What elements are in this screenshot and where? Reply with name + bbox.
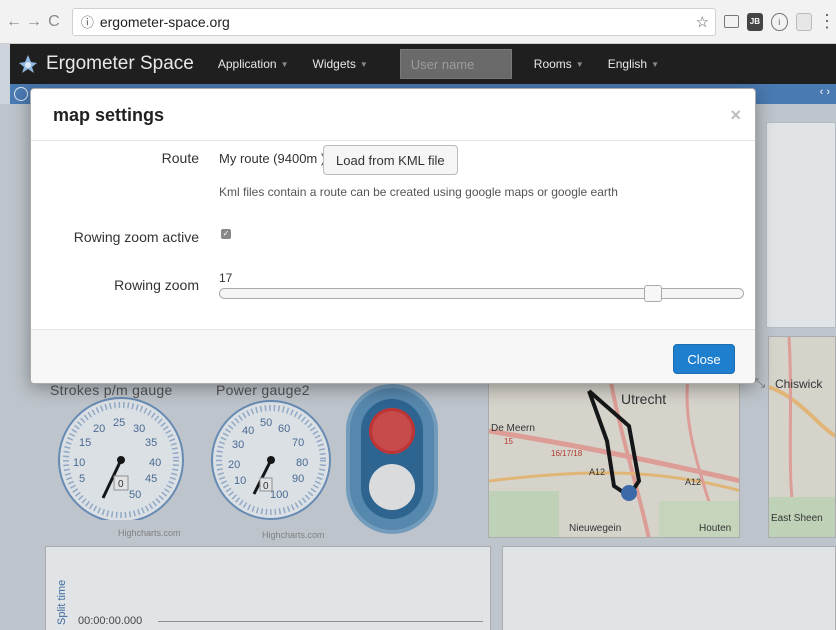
dialog-footer: Close: [31, 329, 755, 383]
map-settings-dialog: map settings × Route My route (9400m ) L…: [30, 88, 765, 390]
extension-icon[interactable]: [795, 12, 813, 31]
resize-handle-icon[interactable]: ⤡: [755, 375, 765, 391]
app-navbar: Ergometer Space Application ▼ Widgets ▼ …: [10, 44, 836, 84]
nav-application[interactable]: Application ▼: [218, 57, 289, 71]
username-input[interactable]: User name: [399, 49, 512, 79]
rowing-zoom-active-label: Rowing zoom active: [73, 229, 199, 245]
nav-widgets[interactable]: Widgets ▼: [313, 57, 368, 71]
chevron-down-icon: ▼: [575, 59, 584, 69]
dialog-header: map settings ×: [31, 89, 755, 141]
dialog-title: map settings: [53, 105, 165, 125]
back-icon[interactable]: ←: [4, 13, 24, 31]
url-text: ergometer-space.org: [99, 13, 230, 30]
kml-help-text: Kml files contain a route can be created…: [219, 185, 618, 199]
chevron-down-icon: ▼: [280, 59, 289, 69]
bookmark-star-icon[interactable]: ☆: [696, 13, 709, 31]
nav-rooms[interactable]: Rooms ▼: [534, 57, 584, 71]
collapse-arrows-icon[interactable]: ‹ ›: [820, 86, 830, 98]
forward-icon[interactable]: →: [24, 13, 44, 31]
rowing-zoom-slider[interactable]: [219, 285, 744, 302]
browser-toolbar: ← → C ⓘ ergometer-space.org ☆ JB i ⋮: [0, 0, 836, 44]
close-icon[interactable]: ×: [730, 105, 741, 126]
extension-info-icon[interactable]: i: [771, 12, 788, 31]
address-bar[interactable]: ⓘ ergometer-space.org ☆: [71, 7, 717, 36]
browser-menu-icon[interactable]: ⋮: [818, 11, 836, 32]
nav-application-label: Application: [217, 57, 277, 71]
cast-icon[interactable]: [724, 15, 739, 28]
slider-handle[interactable]: [644, 285, 663, 302]
close-button[interactable]: Close: [673, 344, 735, 374]
rowing-zoom-label: Rowing zoom: [114, 277, 199, 293]
chevron-down-icon: ▼: [359, 59, 368, 69]
load-kml-button[interactable]: Load from KML file: [323, 145, 458, 175]
brand-name: Ergometer Space: [46, 53, 194, 74]
circle-icon[interactable]: [14, 87, 28, 101]
chevron-down-icon: ▼: [651, 59, 659, 69]
info-icon[interactable]: ⓘ: [81, 12, 94, 31]
reload-icon[interactable]: C: [44, 13, 64, 31]
rowing-zoom-value: 17: [219, 271, 233, 285]
jetbrains-extension-icon[interactable]: JB: [746, 12, 764, 31]
nav-rooms-label: Rooms: [533, 57, 572, 71]
nav-widgets-label: Widgets: [312, 57, 356, 71]
nav-language[interactable]: English ▼: [608, 57, 659, 71]
nav-language-label: English: [607, 57, 648, 71]
ergometer-logo-icon: [19, 55, 37, 73]
brand[interactable]: Ergometer Space: [18, 53, 194, 75]
rowing-zoom-active-checkbox[interactable]: ✓: [221, 229, 231, 239]
route-value: My route (9400m ): [219, 151, 326, 166]
route-label: Route: [161, 150, 199, 166]
